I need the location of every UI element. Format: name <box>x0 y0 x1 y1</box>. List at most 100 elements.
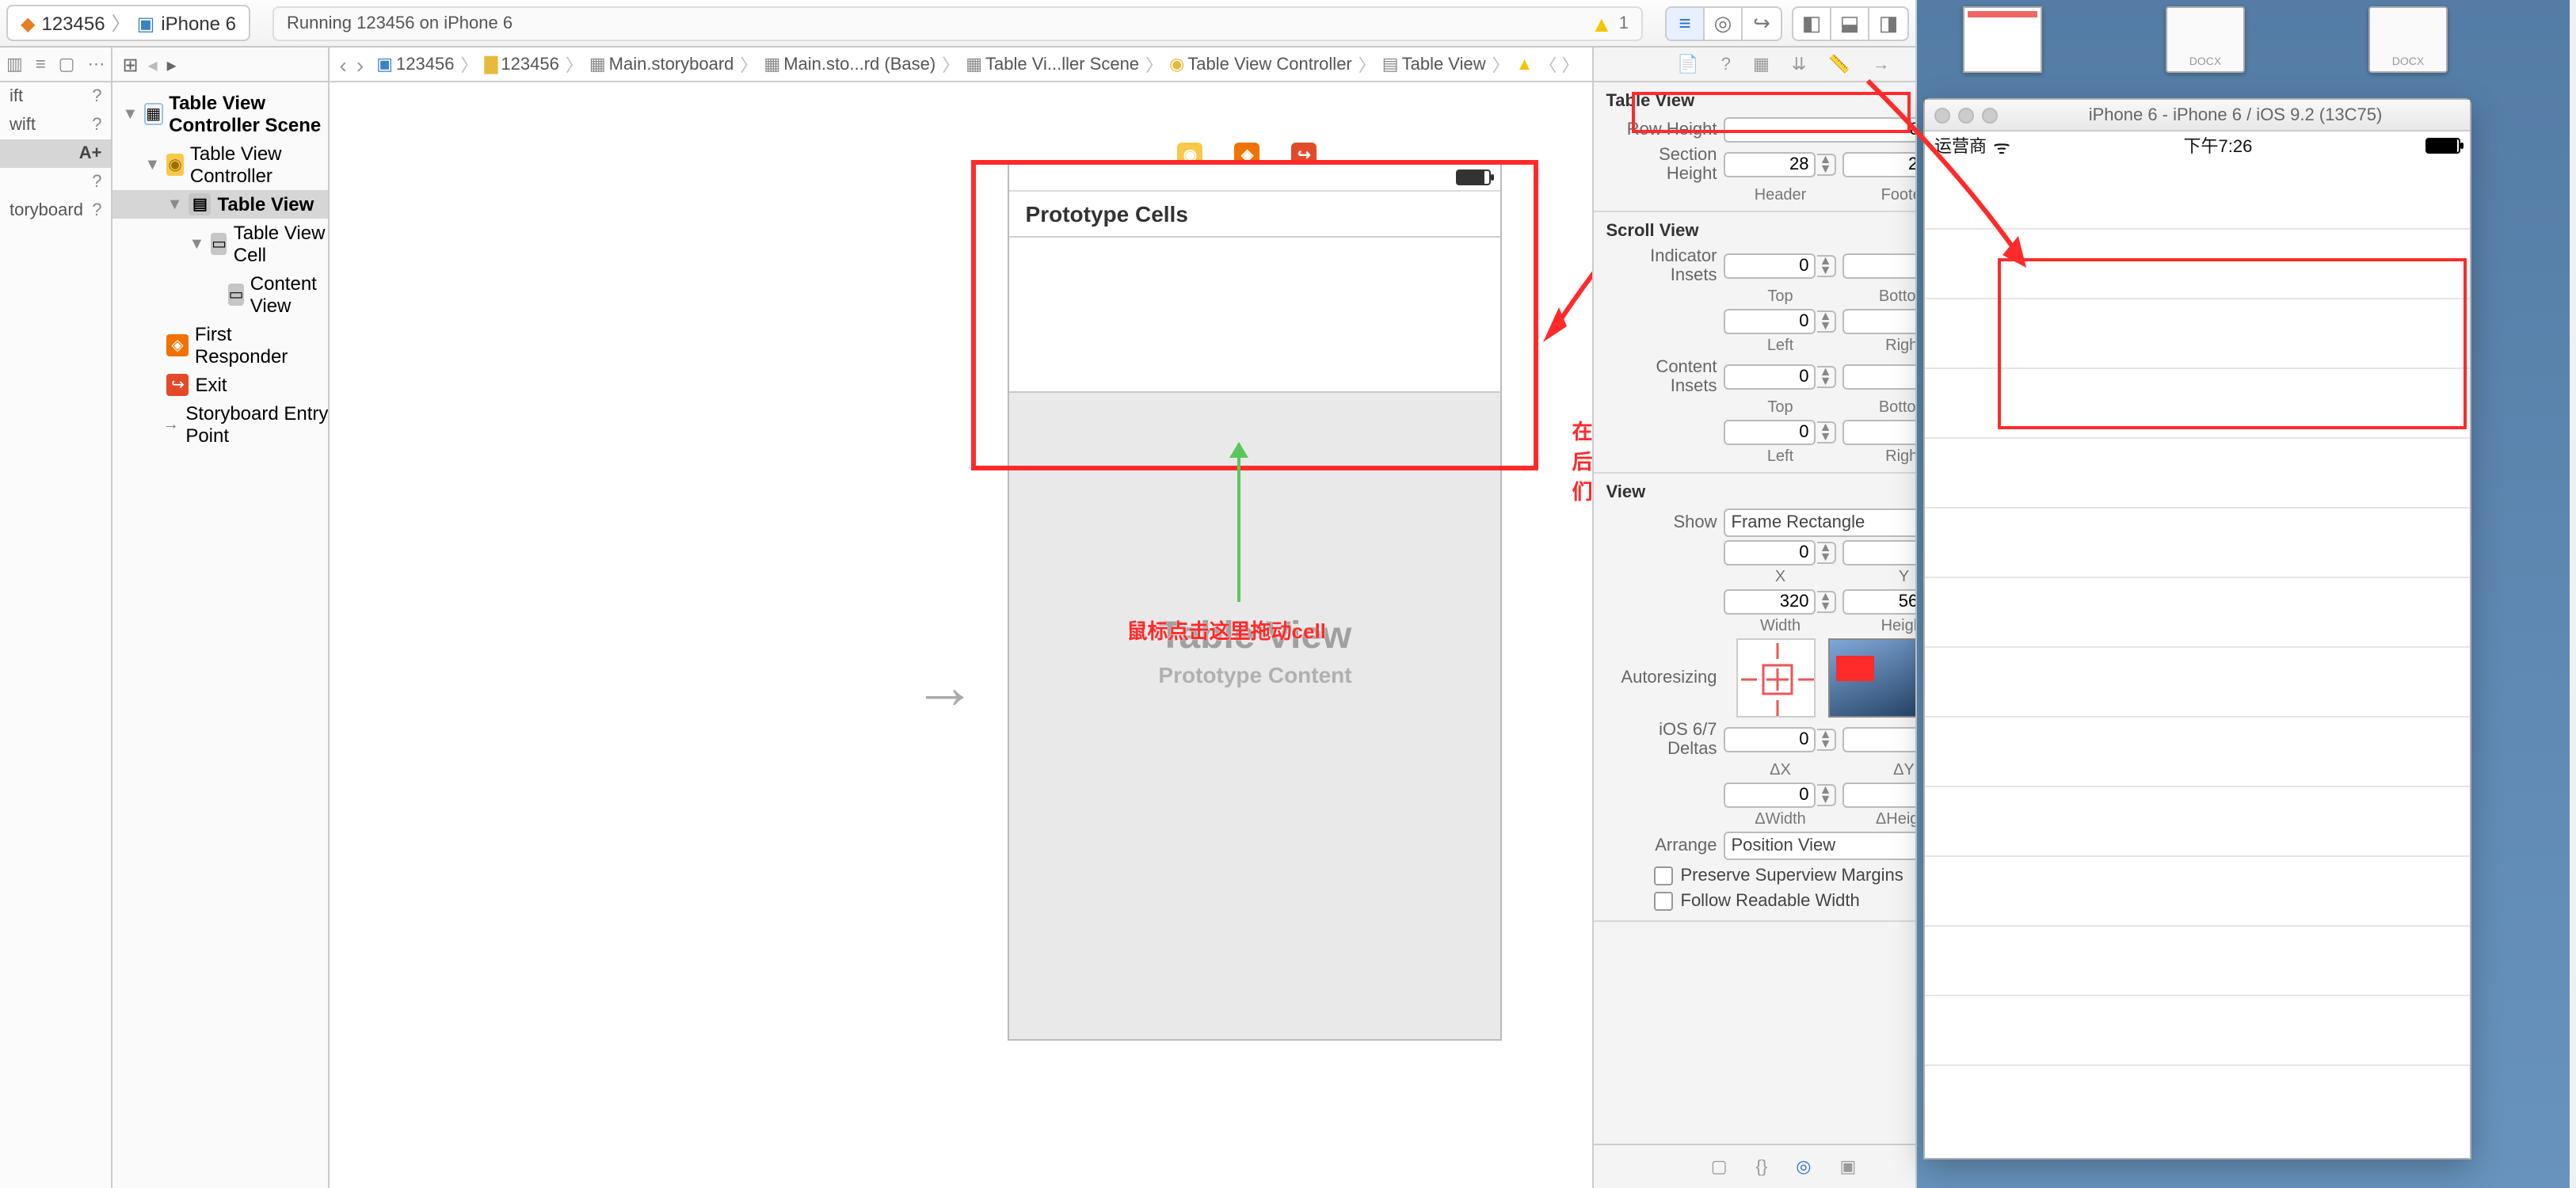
entry-arrow-icon: → <box>913 653 977 724</box>
footer-height-field[interactable] <box>1842 152 1916 177</box>
battery-icon <box>1457 169 1492 185</box>
media-lib-icon[interactable]: ▣ <box>1839 1156 1856 1177</box>
file-inspector-icon[interactable]: 📄 <box>1677 54 1698 74</box>
canvas-area: ‹› ▣123456〉 ▇123456〉 ▦Main.storyboard〉 ▦… <box>330 48 1592 1188</box>
scroll-view-section: Scroll View Indicator Insets ▲▼ ▲▼ TopBo… <box>1594 212 1916 474</box>
status-bar: Running 123456 on iPhone 6 ▲ 1 <box>272 6 1643 40</box>
preserve-margins-checkbox[interactable]: Preserve Superview Margins <box>1654 863 1916 889</box>
desktop-background: iPhone 6 - iPhone 6 / iOS 9.2 (13C75) 运营… <box>1917 0 2570 1188</box>
outline-row[interactable]: ▼▭Table View Cell <box>112 219 328 269</box>
annotation-box <box>1998 258 2467 429</box>
file-lib-icon[interactable]: ▢ <box>1711 1156 1728 1177</box>
outline-row[interactable]: ↪Exit <box>112 371 328 399</box>
prototype-cell[interactable] <box>1010 238 1501 393</box>
forward-icon[interactable]: › <box>356 51 364 77</box>
warning-icon[interactable]: ▲ <box>1591 10 1613 36</box>
device-frame[interactable]: Prototype Cells Table View Prototype Con… <box>1008 162 1503 1041</box>
placeholder-subtitle: Prototype Content <box>1010 662 1501 687</box>
wifi-icon: ᯤ <box>1993 132 2010 159</box>
scheme-selector[interactable]: ◆ 123456 〉 ▣ iPhone 6 <box>6 5 250 41</box>
attributes-inspector-icon[interactable]: ⇊ <box>1792 54 1806 74</box>
content-top-field[interactable] <box>1724 364 1816 390</box>
outline-toolbar[interactable]: ⊞◂▸ <box>112 48 328 82</box>
outline-row[interactable]: ▭Content View <box>112 269 328 320</box>
y-field[interactable] <box>1842 540 1916 565</box>
connections-inspector-icon[interactable]: → <box>1873 55 1890 74</box>
outline-row[interactable]: ▼◉Table View Controller <box>112 139 328 190</box>
height-field[interactable] <box>1842 589 1916 615</box>
square-icon[interactable]: ▢ <box>59 54 75 74</box>
simulator-title: iPhone 6 - iPhone 6 / iOS 9.2 (13C75) <box>2010 105 2460 124</box>
content-bottom-field[interactable] <box>1842 364 1916 390</box>
warning-count: 1 <box>1619 13 1629 32</box>
panel-toggle-buttons[interactable]: ◧ ⬓ ◨ <box>1792 6 1909 40</box>
storyboard-canvas[interactable]: → ◉ ◈ ↪ Prototype Cells Table View Proto… <box>330 82 1592 1188</box>
inset-right-field[interactable] <box>1842 309 1916 334</box>
desktop-file[interactable] <box>2151 6 2259 92</box>
version-editor-icon[interactable]: ↪ <box>1743 7 1781 39</box>
ios-status-bar: 运营商ᯤ 下午7:26 <box>1925 131 2470 160</box>
list-icon[interactable]: ≡ <box>36 55 46 74</box>
inset-top-field[interactable] <box>1724 253 1816 279</box>
readable-width-checkbox[interactable]: Follow Readable Width <box>1654 889 1916 914</box>
dh-field[interactable] <box>1842 782 1916 808</box>
editor-mode-buttons[interactable]: ≡ ◎ ↪ <box>1665 6 1782 40</box>
nav-item[interactable]: wift? <box>0 111 111 139</box>
x-field[interactable] <box>1724 540 1816 565</box>
right-panel-icon[interactable]: ◨ <box>1869 7 1907 39</box>
dy-field[interactable] <box>1842 727 1916 752</box>
content-right-field[interactable] <box>1842 420 1916 445</box>
bottom-panel-icon[interactable]: ⬓ <box>1831 7 1869 39</box>
dx-field[interactable] <box>1724 727 1816 752</box>
row-height-field[interactable] <box>1724 117 1916 143</box>
left-panel-icon[interactable]: ◧ <box>1793 7 1831 39</box>
window-controls[interactable] <box>1934 107 1998 123</box>
table-view-section: Table View Hide Row Height ▲▼ Section He… <box>1594 82 1916 212</box>
arrange-dropdown[interactable]: Position View▾ <box>1724 832 1916 860</box>
toolbar: ◆ 123456 〉 ▣ iPhone 6 Running 123456 on … <box>0 0 1915 48</box>
back-icon[interactable]: ‹ <box>340 51 347 77</box>
identity-inspector-icon[interactable]: ▦ <box>1753 54 1770 74</box>
content-left-field[interactable] <box>1724 420 1816 445</box>
dw-field[interactable] <box>1724 782 1816 808</box>
nav-item[interactable]: ? <box>0 168 111 196</box>
outline-row[interactable]: ▼▤Table View <box>112 190 328 219</box>
outline-row[interactable]: →Storyboard Entry Point <box>112 399 328 450</box>
outline-row[interactable]: ▼▦Table View Controller Scene <box>112 89 328 139</box>
inset-bottom-field[interactable] <box>1842 253 1916 279</box>
ios-time: 下午7:26 <box>2184 133 2253 158</box>
outline-row[interactable]: ◈First Responder <box>112 320 328 371</box>
width-field[interactable] <box>1724 589 1816 615</box>
folder-icon[interactable]: ▥ <box>6 54 23 74</box>
header-height-field[interactable] <box>1724 152 1816 177</box>
battery-icon <box>2425 138 2460 154</box>
nav-item[interactable]: toryboard? <box>0 196 111 225</box>
simulator-window[interactable]: iPhone 6 - iPhone 6 / iOS 9.2 (13C75) 运营… <box>1923 98 2471 1159</box>
navigator-tabs[interactable]: ▥ ≡ ▢ ⋯ <box>0 48 111 82</box>
status-text: Running 123456 on iPhone 6 <box>287 13 513 32</box>
autoresizing-control[interactable] <box>1736 638 1816 718</box>
desktop-file[interactable] <box>1949 6 2056 92</box>
show-dropdown[interactable]: Frame Rectangle▾ <box>1724 508 1916 537</box>
library-tabs[interactable]: ▢ {} ◎ ▣ <box>1594 1144 1916 1188</box>
inspector-tabs[interactable]: 📄 ? ▦ ⇊ 📏 → <box>1594 48 1916 82</box>
autoresizing-preview <box>1828 638 1916 718</box>
view-section: View Show Frame Rectangle▾ ▲▼ ▲▼ XY ▲▼ ▲… <box>1594 474 1916 922</box>
object-lib-icon[interactable]: ◎ <box>1796 1156 1811 1177</box>
help-inspector-icon[interactable]: ? <box>1721 55 1731 74</box>
prototype-header: Prototype Cells <box>1010 192 1501 238</box>
desktop-file[interactable] <box>2354 6 2462 92</box>
annotation-text: 在cell下面任意拖动一下之后再设置高度就可以达到我们想要的高度了 <box>1572 415 1592 505</box>
code-lib-icon[interactable]: {} <box>1756 1157 1768 1176</box>
size-inspector-icon[interactable]: 📏 <box>1828 54 1850 74</box>
standard-editor-icon[interactable]: ≡ <box>1667 7 1705 39</box>
nav-item[interactable]: A+ <box>0 139 111 168</box>
chat-icon[interactable]: ⋯ <box>87 54 105 74</box>
project-name: 123456 <box>41 12 105 34</box>
assistant-editor-icon[interactable]: ◎ <box>1705 7 1743 39</box>
nav-item[interactable]: ift? <box>0 82 111 111</box>
xcode-window: ◆ 123456 〉 ▣ iPhone 6 Running 123456 on … <box>0 0 1917 1188</box>
jump-bar[interactable]: ‹› ▣123456〉 ▇123456〉 ▦Main.storyboard〉 ▦… <box>330 48 1592 82</box>
annotation-arrow <box>1544 136 1592 350</box>
inset-left-field[interactable] <box>1724 309 1816 334</box>
